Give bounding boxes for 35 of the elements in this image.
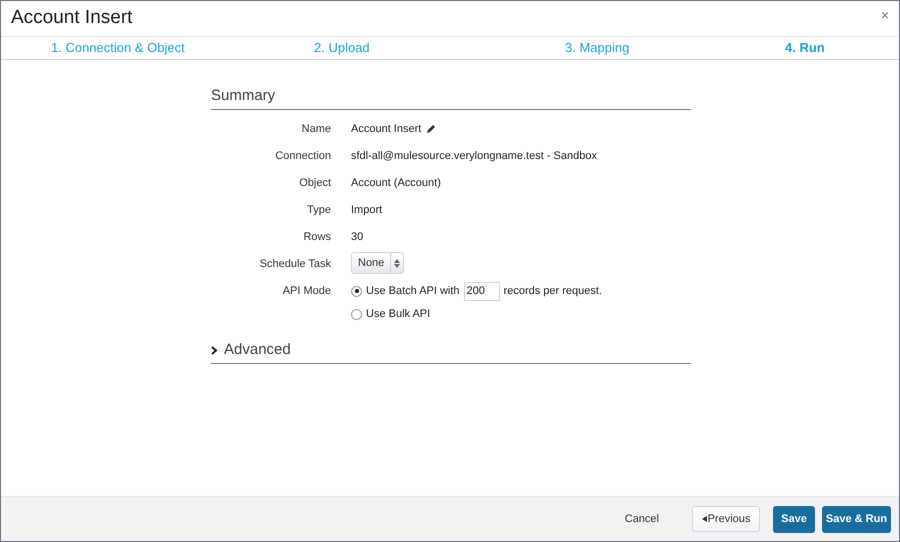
field-value: Account (Account) [351, 176, 441, 191]
field-label: Object [299, 177, 331, 189]
records-input[interactable]: 200 [464, 282, 500, 300]
option-label: Use Batch API with [366, 284, 460, 299]
step-tab[interactable]: 4. Run [785, 40, 825, 55]
step-tab[interactable]: 1. Connection & Object [51, 40, 185, 55]
cancel-link[interactable]: Cancel [624, 510, 659, 528]
field-value: Account Insert [351, 122, 422, 137]
radio-button[interactable] [351, 286, 362, 296]
field-label: Rows [303, 231, 331, 243]
field-label: Schedule Task [260, 258, 331, 270]
pencil-icon[interactable] [426, 124, 436, 134]
option-label: Use Bulk API [366, 306, 430, 322]
option-label: records per request. [504, 284, 602, 299]
field-value: sfdl-all@mulesource.verylongname.test - Sandbox [351, 149, 597, 164]
close-button[interactable]: × [880, 8, 889, 22]
schedule-select[interactable]: None [351, 252, 404, 274]
left-triangle-icon [702, 516, 707, 522]
radio-button[interactable] [351, 308, 362, 320]
step-tab[interactable]: 3. Mapping [565, 40, 630, 55]
window-title: Account Insert [11, 6, 132, 30]
step-tab[interactable]: 2. Upload [314, 40, 370, 55]
save-run-button[interactable]: Save & Run [822, 506, 891, 532]
field-label: API Mode [282, 285, 331, 297]
chevron-right-icon[interactable] [211, 346, 218, 355]
field-value: Import [351, 203, 382, 218]
updown-icon [394, 258, 400, 268]
previous-button[interactable]: Previous [692, 506, 760, 532]
advanced-toggle[interactable]: Advanced [224, 339, 291, 362]
field-label: Type [307, 204, 331, 216]
field-label: Name [302, 123, 331, 135]
field-value: 30 [351, 230, 364, 245]
section-heading: Summary [211, 87, 276, 104]
field-label: Connection [275, 150, 331, 162]
save-button[interactable]: Save [773, 506, 815, 532]
